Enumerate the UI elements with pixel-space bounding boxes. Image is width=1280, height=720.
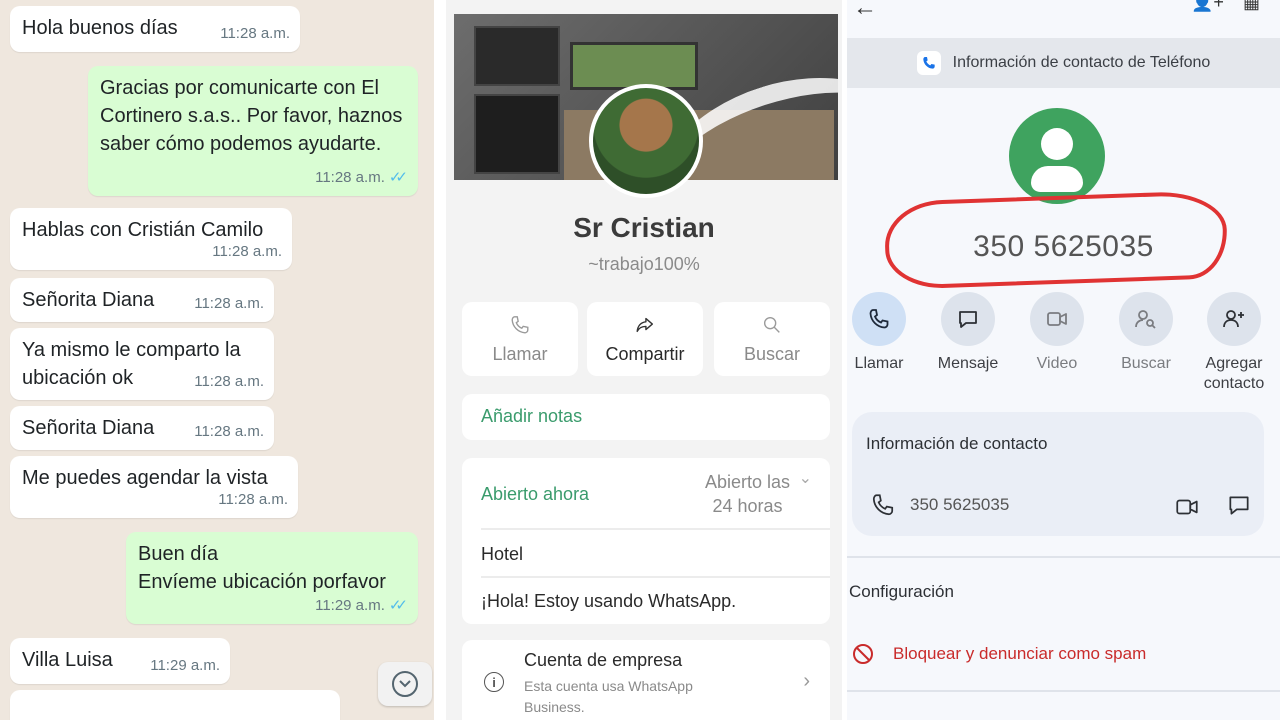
business-account-row[interactable]: i Cuenta de empresa Esta cuenta usa What… (462, 640, 830, 720)
profile-avatar[interactable] (589, 84, 703, 198)
chat-message[interactable]: Ya mismo le comparto la ubicación ok 11:… (10, 328, 274, 400)
call-label: Llamar (492, 343, 548, 364)
add-person-icon (1223, 310, 1244, 328)
share-icon (636, 317, 654, 332)
call-action-label: Llamar (854, 355, 904, 372)
open-hours-label[interactable]: Abierto las 24 horas (705, 470, 790, 518)
search-action-label: Buscar (1121, 355, 1171, 372)
message-time: 11:28 a.m. (194, 295, 264, 312)
phone-icon[interactable] (870, 492, 896, 518)
message-text: Gracias por comunicarte con El Cortinero… (100, 77, 403, 155)
profile-panel: Sr Cristian ~trabajo100% Llamar Comparti… (446, 0, 842, 720)
message-time: 11:28 a.m. (194, 373, 264, 390)
add-contact-action[interactable]: Agregar contacto (1188, 292, 1280, 394)
add-notes-row[interactable]: Añadir notas (462, 394, 830, 440)
video-icon[interactable] (1174, 494, 1200, 520)
chat-panel: Hola buenos días 11:28 a.m. Gracias por … (0, 0, 434, 720)
message-time: 11:28 a.m. (218, 491, 288, 508)
search-label: Buscar (743, 343, 801, 364)
divider (847, 690, 1280, 692)
chevron-down-icon (392, 671, 418, 697)
block-and-report-button[interactable]: Bloquear y denunciar como spam (893, 644, 1146, 664)
contact-avatar (1009, 108, 1105, 204)
chat-message[interactable]: Hola buenos días 11:28 a.m. (10, 6, 300, 52)
back-arrow-icon[interactable]: ← (853, 0, 877, 22)
message-time: 11:28 a.m. (315, 169, 385, 186)
chat-message[interactable]: Señorita Diana 11:28 a.m. (10, 278, 274, 322)
read-ticks-icon: ✓✓ (388, 597, 408, 614)
divider (847, 556, 1280, 558)
highlight-annotation (883, 190, 1229, 290)
search-action[interactable]: Buscar (1100, 292, 1192, 374)
message-icon (959, 311, 977, 328)
video-icon (1047, 312, 1067, 326)
call-action[interactable]: Llamar (847, 292, 925, 374)
info-icon: i (484, 672, 504, 692)
add-person-icon[interactable]: 👤+ (1191, 0, 1224, 13)
add-notes-label: Añadir notas (481, 406, 583, 426)
contact-source-label: Información de contacto de Teléfono (952, 54, 1211, 71)
message-time: 11:28 a.m. (194, 423, 264, 440)
block-icon[interactable] (851, 642, 875, 666)
category-label: Hotel (481, 544, 524, 564)
profile-status: ~trabajo100% (588, 254, 700, 274)
chevron-down-icon[interactable]: ⌄ (799, 468, 812, 488)
video-action-label: Video (1036, 355, 1078, 372)
video-action[interactable]: Video (1011, 292, 1103, 374)
qr-icon[interactable]: ▦ (1243, 0, 1260, 13)
business-account-desc: Esta cuenta usa WhatsApp Business. (524, 678, 693, 715)
call-button[interactable]: Llamar (462, 302, 578, 376)
message-icon[interactable] (1226, 492, 1252, 518)
add-contact-action-label: Agregar contacto (1203, 355, 1265, 392)
settings-title: Configuración (849, 582, 954, 601)
contact-info-phone[interactable]: 350 5625035 (910, 495, 1009, 515)
phone-app-icon (916, 51, 941, 75)
phone-icon (511, 315, 529, 333)
profile-name: Sr Cristian (573, 212, 715, 243)
chat-message[interactable]: Villa Luisa 11:29 a.m. (10, 638, 230, 684)
contact-panel: ← 👤+ ▦ Información de contacto de Teléfo… (847, 0, 1280, 720)
chat-message[interactable]: Hablas con Cristián Camilo 11:28 a.m. (10, 208, 292, 270)
message-text: Buen día Envíeme ubicación porfavor (138, 543, 386, 593)
message-time: 11:29 a.m. (315, 597, 385, 614)
business-account-title: Cuenta de empresa (524, 650, 683, 670)
chevron-right-icon: › (803, 670, 810, 692)
contact-info-card: Información de contacto 350 5625035 (852, 412, 1264, 536)
message-action-label: Mensaje (937, 355, 999, 372)
chat-message[interactable]: Señorita Diana 11:28 a.m. (10, 406, 274, 450)
chat-message[interactable]: Me puedes agendar la vista 11:28 a.m. (10, 456, 298, 518)
about-text: ¡Hola! Estoy usando WhatsApp. (481, 591, 737, 611)
share-button[interactable]: Compartir (587, 302, 703, 376)
message-time: 11:28 a.m. (220, 25, 290, 42)
message-time: 11:29 a.m. (150, 657, 220, 674)
business-info-card: Abierto ahora Abierto las 24 horas ⌄ Hot… (462, 458, 830, 624)
chat-message-partial[interactable] (10, 690, 340, 720)
chat-message[interactable]: Buen día Envíeme ubicación porfavor 11:2… (126, 532, 418, 624)
person-search-icon (1135, 310, 1156, 329)
search-icon (763, 316, 780, 333)
phone-icon (869, 309, 889, 329)
share-label: Compartir (605, 343, 685, 364)
contact-info-title: Información de contacto (866, 434, 1048, 453)
read-ticks-icon: ✓✓ (388, 169, 408, 186)
message-action[interactable]: Mensaje (922, 292, 1014, 374)
message-time: 11:28 a.m. (212, 243, 282, 260)
chat-message[interactable]: Gracias por comunicarte con El Cortinero… (88, 66, 418, 196)
contact-source-bar: Información de contacto de Teléfono (847, 38, 1280, 88)
search-button[interactable]: Buscar (714, 302, 830, 376)
scroll-to-bottom-button[interactable] (378, 662, 432, 706)
